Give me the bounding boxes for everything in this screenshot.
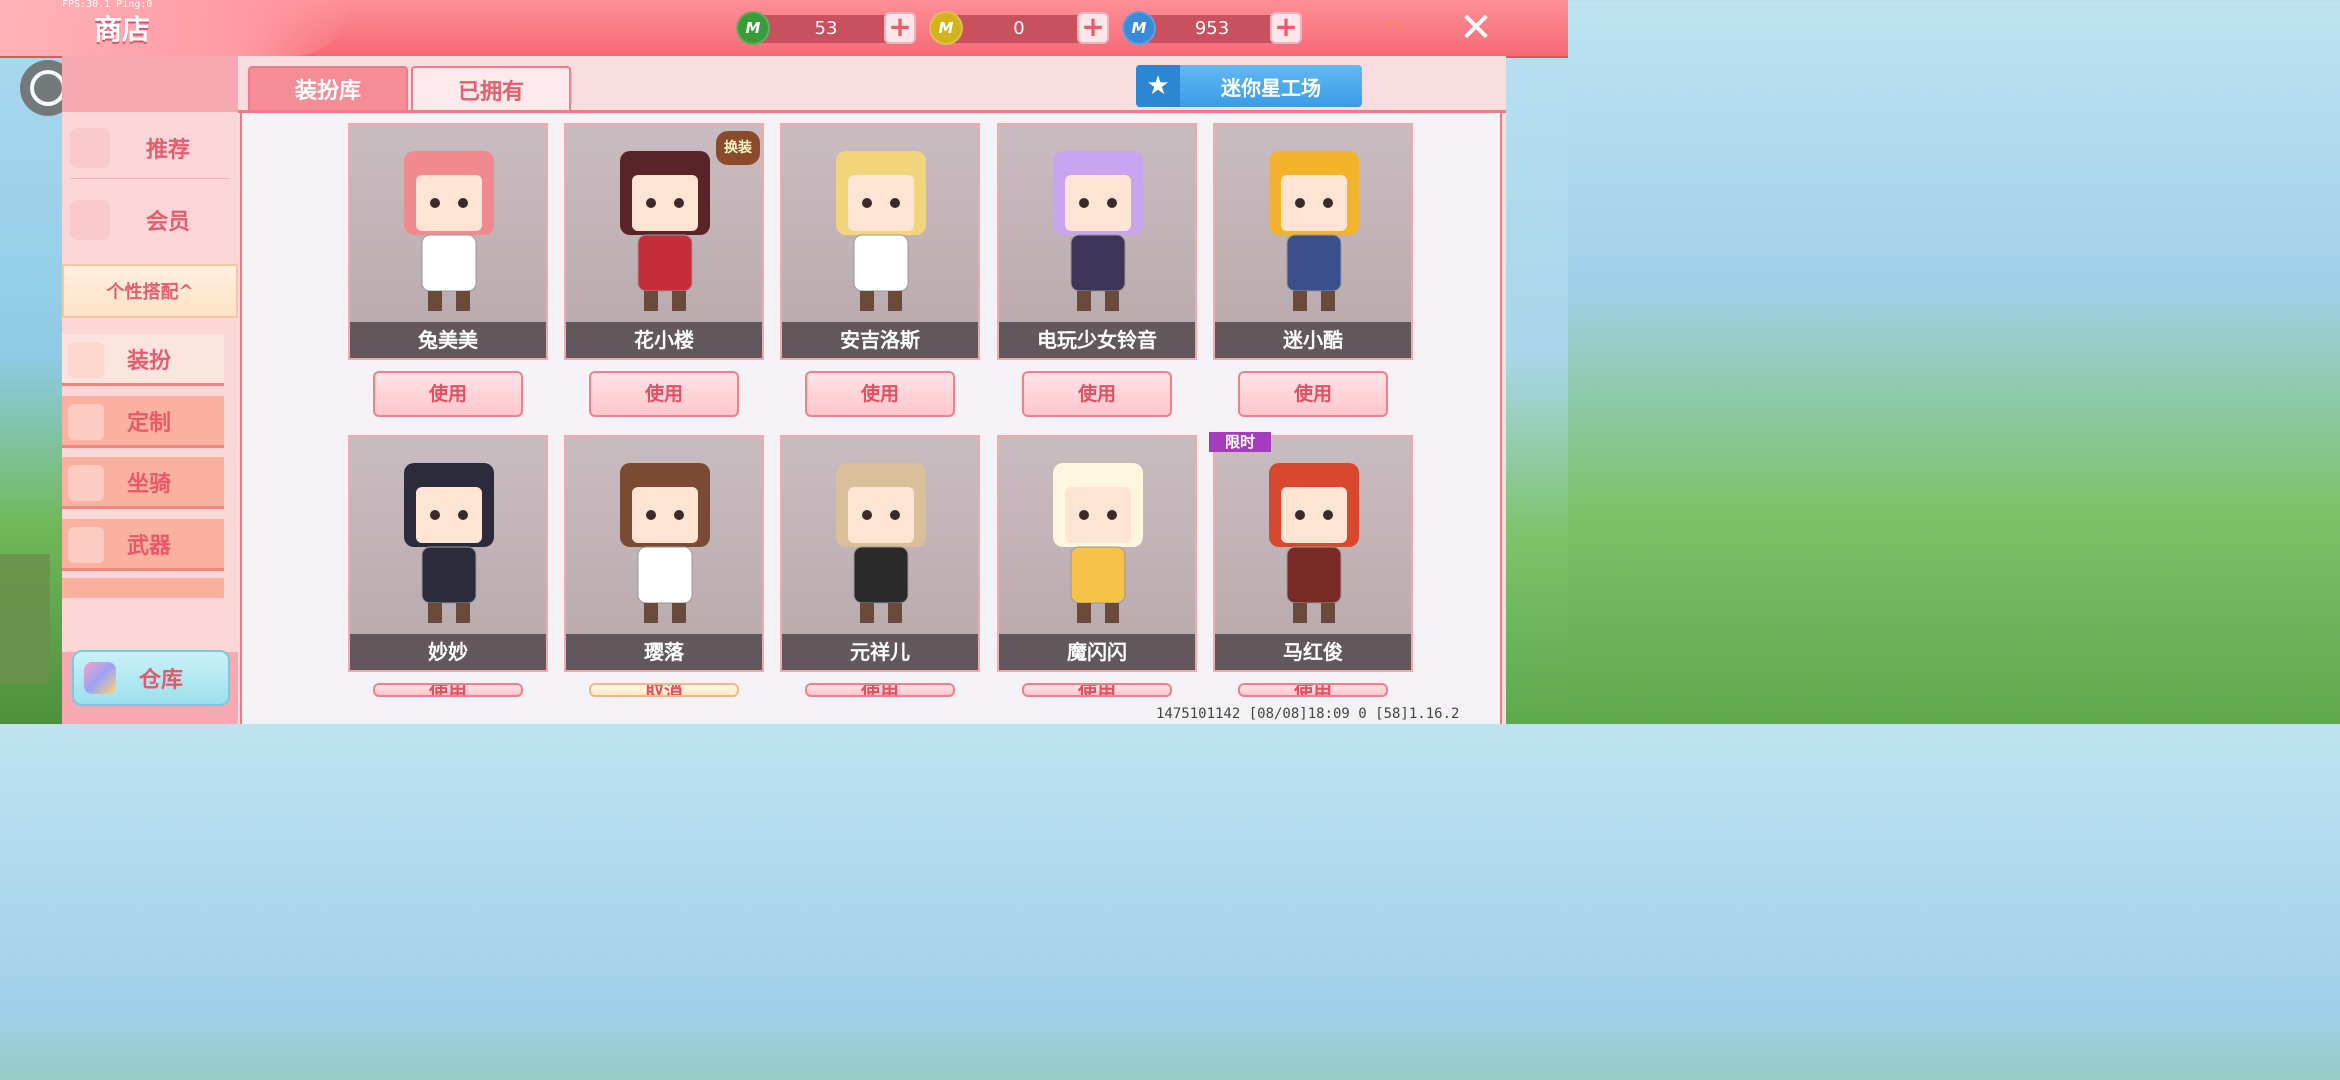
use-skin-button[interactable]: 使用	[589, 371, 739, 417]
sidebar-subitem-label: 装扮	[126, 348, 171, 374]
character-avatar	[836, 463, 926, 623]
skin-name: 马红俊	[1215, 634, 1411, 670]
use-skin-button[interactable]: 使用	[1238, 371, 1388, 417]
use-skin-button[interactable]: 使用	[805, 371, 955, 417]
mini-bean-coin-icon: M	[736, 11, 770, 45]
main-panel: 装扮库 已拥有 ★ 迷你星工场 兔美美使用 花小楼 换装使用 安吉洛斯使用 电玩少女铃音…	[238, 56, 1506, 724]
thumbs-up-icon	[70, 128, 110, 168]
skin-card[interactable]: 妙妙	[348, 435, 548, 672]
use-skin-button[interactable]: 使用	[1022, 371, 1172, 417]
warehouse-button[interactable]: 仓库	[72, 650, 230, 706]
character-avatar	[404, 151, 494, 311]
mini-coin-gold-icon: M	[929, 11, 963, 45]
sidebar-subitem-label: 坐骑	[126, 471, 171, 497]
skin-name: 电玩少女铃音	[999, 322, 1195, 358]
tab-owned[interactable]: 已拥有	[411, 66, 571, 112]
sidebar-subitem-custom[interactable]: 定制	[62, 396, 224, 448]
currency-value: 953	[1194, 18, 1230, 39]
skin-name: 安吉洛斯	[782, 322, 978, 358]
character-avatar	[404, 463, 494, 623]
use-skin-button[interactable]: 使用	[805, 683, 955, 697]
workshop-label: 迷你星工场	[1221, 75, 1321, 100]
skin-name: 元祥儿	[782, 634, 978, 670]
sidebar: 推荐 会员 个性搭配 ^ 装扮 定制 坐骑 武器	[62, 56, 238, 724]
version-info: 1475101142 [08/08]18:09 0 [58]1.16.2	[1156, 706, 1460, 722]
add-mini-coin-button[interactable]: +	[1077, 12, 1109, 44]
character-avatar	[1053, 151, 1143, 311]
member-icon	[70, 200, 110, 240]
sidebar-subitem-partial[interactable]	[62, 578, 224, 598]
skin-card[interactable]: 元祥儿	[780, 435, 980, 672]
sidebar-item-recommend[interactable]: 推荐	[62, 116, 238, 180]
star-icon: ★	[1136, 65, 1180, 107]
page-title: 商店	[94, 13, 151, 46]
use-skin-button[interactable]: 使用	[373, 371, 523, 417]
brush-icon	[68, 404, 104, 440]
sidebar-group-label: 个性搭配	[106, 282, 179, 303]
title-banner	[0, 0, 350, 56]
mount-icon	[68, 465, 104, 501]
character-avatar	[1269, 463, 1359, 623]
tab-wardrobe[interactable]: 装扮库	[248, 66, 408, 112]
skin-card[interactable]: 魔闪闪	[997, 435, 1197, 672]
warehouse-icon	[84, 662, 116, 694]
skin-name: 魔闪闪	[999, 634, 1195, 670]
use-skin-button[interactable]: 使用	[1022, 683, 1172, 697]
skin-card[interactable]: 迷小酷	[1213, 123, 1413, 360]
skin-card[interactable]: 花小楼 换装	[564, 123, 764, 360]
skin-name: 迷小酷	[1215, 322, 1411, 358]
skins-grid: 兔美美 使用 花小楼 换装 使用 安吉洛斯 使用 电玩少女铃音 使用 迷小酷 使用 妙妙 使用 璎落 取消元…	[240, 113, 1502, 724]
scenery-block	[0, 554, 50, 684]
character-avatar	[1269, 151, 1359, 311]
skin-card[interactable]: 马红俊	[1213, 435, 1413, 672]
sidebar-subitem-outfit[interactable]: 装扮	[62, 334, 224, 386]
skin-card[interactable]: 兔美美	[348, 123, 548, 360]
sidebar-subitem-weapon[interactable]: 武器	[62, 519, 224, 571]
warehouse-label: 仓库	[138, 668, 183, 693]
skin-card[interactable]: 璎落	[564, 435, 764, 672]
top-bar: FPS:30.1 Ping:0 商店 M 53 + M 0 + M 953 + …	[0, 0, 1568, 58]
use-skin-button[interactable]: 取消	[589, 683, 739, 697]
use-skin-button[interactable]: 使用	[373, 683, 523, 697]
currency-value: 0	[1013, 18, 1025, 39]
character-avatar	[620, 151, 710, 311]
add-mini-point-button[interactable]: +	[1270, 12, 1302, 44]
character-avatar	[620, 463, 710, 623]
currency-value: 53	[814, 18, 838, 39]
sidebar-item-label: 推荐	[145, 138, 190, 163]
sidebar-group-personal-style[interactable]: 个性搭配 ^	[62, 264, 238, 318]
chevron-up-icon: ^	[178, 280, 194, 302]
divider	[70, 178, 230, 179]
swap-outfit-badge: 换装	[716, 131, 760, 165]
add-mini-bean-button[interactable]: +	[884, 12, 916, 44]
signal-icon: ◠	[1384, 16, 1404, 41]
mini-workshop-button[interactable]: ★ 迷你星工场	[1136, 65, 1362, 107]
sidebar-subitem-label: 定制	[126, 410, 171, 436]
skin-card[interactable]: 电玩少女铃音	[997, 123, 1197, 360]
gun-icon	[68, 527, 104, 563]
use-skin-button[interactable]: 使用	[1238, 683, 1388, 697]
skin-name: 花小楼	[566, 322, 762, 358]
skin-name: 妙妙	[350, 634, 546, 670]
sidebar-item-label: 会员	[145, 210, 190, 235]
character-avatar	[1053, 463, 1143, 623]
character-avatar	[836, 151, 926, 311]
limited-time-badge: 限时	[1209, 432, 1271, 452]
sidebar-item-member[interactable]: 会员	[62, 188, 238, 252]
close-button[interactable]: ✕	[1456, 8, 1496, 48]
skin-name: 璎落	[566, 634, 762, 670]
game-scene-right	[1506, 56, 1568, 724]
mini-coin-blue-icon: M	[1122, 11, 1156, 45]
sidebar-subitem-mount[interactable]: 坐骑	[62, 457, 224, 509]
sidebar-subitem-label: 武器	[126, 533, 171, 559]
skin-name: 兔美美	[350, 322, 546, 358]
shirt-icon	[68, 342, 104, 378]
skin-card[interactable]: 安吉洛斯	[780, 123, 980, 360]
game-scene-left	[0, 56, 64, 724]
